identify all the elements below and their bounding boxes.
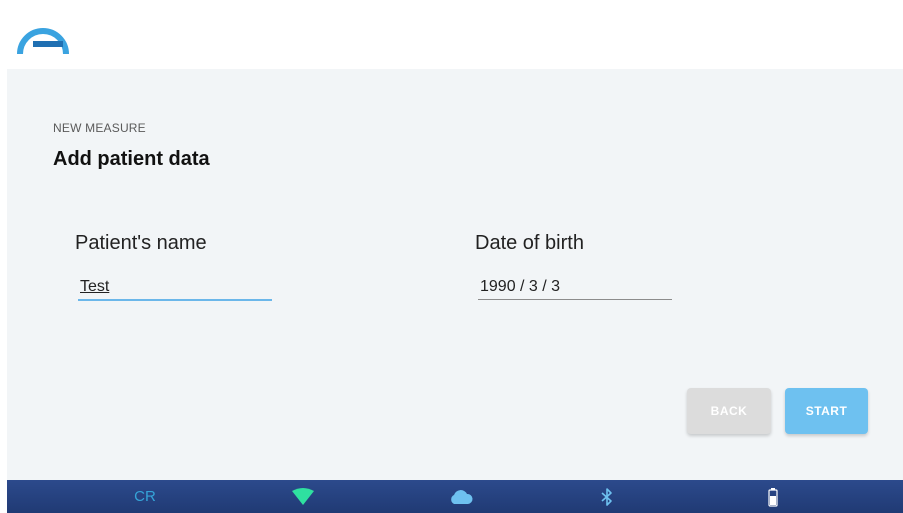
- brand-logo-icon: [15, 22, 71, 56]
- wifi-icon: [289, 480, 317, 513]
- start-button[interactable]: START: [785, 388, 868, 434]
- page-title: Add patient data: [53, 148, 210, 170]
- status-bar: CR: [7, 480, 903, 513]
- cloud-icon: [447, 480, 475, 513]
- date-of-birth-input[interactable]: [478, 275, 672, 300]
- date-of-birth-label: Date of birth: [475, 232, 584, 254]
- patient-name-input[interactable]: [78, 275, 272, 301]
- bluetooth-icon: [597, 480, 617, 513]
- back-button[interactable]: BACK: [687, 388, 771, 434]
- app-window: NEW MEASURE Add patient data Patient's n…: [0, 0, 903, 513]
- mode-label: CR: [134, 488, 156, 505]
- page-subtitle: NEW MEASURE: [53, 121, 146, 135]
- top-bar: [7, 10, 903, 69]
- patient-name-label: Patient's name: [75, 232, 207, 254]
- main-content: NEW MEASURE Add patient data Patient's n…: [7, 69, 903, 480]
- battery-icon: [765, 480, 781, 513]
